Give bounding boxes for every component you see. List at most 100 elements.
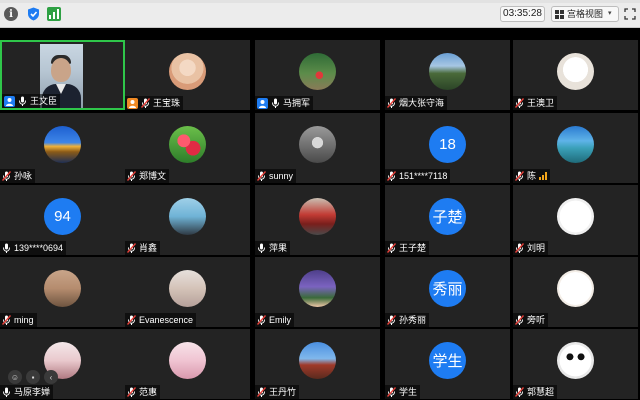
mic-muted-icon — [387, 386, 396, 398]
participant-name-label: 郭慧超 — [513, 385, 558, 399]
participant-name: 孙秀丽 — [399, 315, 427, 325]
participant-tile[interactable]: 刘明 — [513, 185, 638, 255]
participant-name-label: 151****7118 — [385, 169, 451, 183]
participant-name-label: 萍果 — [255, 241, 291, 255]
participant-tile[interactable]: 王宝珠 — [125, 40, 250, 110]
participant-name: 王文臣 — [30, 96, 58, 106]
participant-avatar — [299, 126, 336, 163]
participant-name: 范惠 — [139, 387, 158, 397]
mic-icon — [18, 96, 27, 107]
mic-muted-icon — [257, 386, 266, 398]
participant-tile[interactable]: 王文臣 — [0, 40, 125, 110]
mic-muted-icon — [127, 242, 136, 254]
participant-avatar — [299, 342, 336, 379]
participant-tile[interactable]: 马拥军 — [255, 40, 380, 110]
collapse-icon[interactable]: ‹ — [44, 370, 58, 384]
mic-icon — [271, 98, 280, 109]
participant-tile[interactable]: 旁听 — [513, 257, 638, 327]
participant-avatar — [169, 126, 206, 163]
participant-name-label: 肖鑫 — [125, 241, 161, 255]
participant-name-label: 孙秀丽 — [385, 313, 430, 327]
participant-name: 肖鑫 — [139, 243, 158, 253]
participant-avatar — [169, 198, 206, 235]
shield-icon[interactable] — [26, 7, 40, 21]
participant-tile[interactable]: sunny — [255, 113, 380, 183]
mic-muted-icon — [387, 314, 396, 326]
mic-muted-icon — [257, 170, 266, 182]
participant-tile[interactable]: 范惠 — [125, 329, 250, 399]
mic-muted-icon — [2, 170, 11, 182]
signal-strength-icon — [539, 172, 548, 180]
emoji-icon[interactable]: ☺ — [8, 370, 22, 384]
gallery-view-button[interactable]: 宫格视图 ▾ — [551, 6, 619, 22]
participant-avatar — [557, 342, 594, 379]
participant-avatar — [299, 198, 336, 235]
participant-tile[interactable]: 94 139****0694 — [0, 185, 125, 255]
gallery-view-label: 宫格视图 — [567, 9, 604, 19]
participant-name-label: 王文臣 — [2, 94, 61, 108]
participant-name: 王澳卫 — [527, 98, 555, 108]
info-icon[interactable]: i — [4, 7, 18, 21]
participant-tile[interactable]: 学生 学生 — [385, 329, 510, 399]
participant-name: sunny — [269, 171, 294, 181]
participant-avatar — [44, 270, 81, 307]
participant-tile[interactable]: 王澳卫 — [513, 40, 638, 110]
participant-tile[interactable]: 陈 — [513, 113, 638, 183]
participant-name-label: 学生 — [385, 385, 421, 399]
participant-name: 王子楚 — [399, 243, 427, 253]
participant-name-label: 王子楚 — [385, 241, 430, 255]
participant-name-label: 孙咏 — [0, 169, 36, 183]
participant-tile[interactable]: Emily — [255, 257, 380, 327]
network-signal-icon[interactable] — [47, 7, 61, 21]
participant-name-label: 旁听 — [513, 313, 549, 327]
participant-name: ming — [14, 315, 34, 325]
mic-muted-icon — [257, 314, 266, 326]
participant-name-label: 刘明 — [513, 241, 549, 255]
participant-avatar — [299, 53, 336, 90]
participant-name: 王丹竹 — [269, 387, 297, 397]
participant-name-label: 郑博文 — [125, 169, 170, 183]
mic-muted-icon — [141, 97, 150, 109]
participant-avatar: 子楚 — [429, 198, 466, 235]
floating-controls: ☺ ▪ ‹ — [8, 368, 58, 386]
cohost-icon — [127, 97, 138, 109]
participant-avatar — [557, 126, 594, 163]
chevron-down-icon: ▾ — [608, 10, 612, 17]
mic-muted-icon — [127, 170, 136, 182]
host-icon — [257, 97, 268, 109]
participant-name-label: 马原李婵 — [0, 385, 54, 399]
participant-tile[interactable]: 马原李婵 — [0, 329, 125, 399]
mic-muted-icon — [515, 242, 524, 254]
participant-tile[interactable]: 秀丽 孙秀丽 — [385, 257, 510, 327]
participant-tile[interactable]: 王丹竹 — [255, 329, 380, 399]
participant-tile[interactable]: Evanescence — [125, 257, 250, 327]
title-strip — [0, 0, 640, 3]
participant-tile[interactable]: 肖鑫 — [125, 185, 250, 255]
participant-name: 郑博文 — [139, 171, 167, 181]
participant-name-label: 王澳卫 — [513, 96, 558, 110]
participant-tile[interactable]: 郑博文 — [125, 113, 250, 183]
fullscreen-icon[interactable] — [624, 7, 636, 20]
meeting-window: i 03:35:28 宫格视图 ▾ 王文臣 王宝珠 马拥军 烟大张守海 王澳卫孙咏 郑博文… — [0, 0, 640, 400]
mic-icon — [257, 243, 266, 254]
participant-avatar: 学生 — [429, 342, 466, 379]
participant-name: 刘明 — [527, 243, 546, 253]
participant-avatar — [557, 198, 594, 235]
participant-tile[interactable]: 烟大张守海 — [385, 40, 510, 110]
participant-avatar: 18 — [429, 126, 466, 163]
participant-tile[interactable]: 子楚 王子楚 — [385, 185, 510, 255]
participant-tile[interactable]: 18 151****7118 — [385, 113, 510, 183]
participant-tile[interactable]: 郭慧超 — [513, 329, 638, 399]
participant-name-label: Evanescence — [125, 313, 197, 327]
participant-avatar — [44, 126, 81, 163]
mic-muted-icon — [515, 386, 524, 398]
participant-name-label: 马拥军 — [255, 96, 314, 110]
participant-name-label: 范惠 — [125, 385, 161, 399]
chat-icon[interactable]: ▪ — [26, 370, 40, 384]
top-toolbar: i 03:35:28 宫格视图 ▾ — [0, 0, 640, 28]
participant-tile[interactable]: 孙咏 — [0, 113, 125, 183]
participant-tile[interactable]: ming — [0, 257, 125, 327]
participant-name-label: Emily — [255, 313, 294, 327]
participant-name: 151****7118 — [399, 171, 448, 181]
participant-tile[interactable]: 萍果 — [255, 185, 380, 255]
